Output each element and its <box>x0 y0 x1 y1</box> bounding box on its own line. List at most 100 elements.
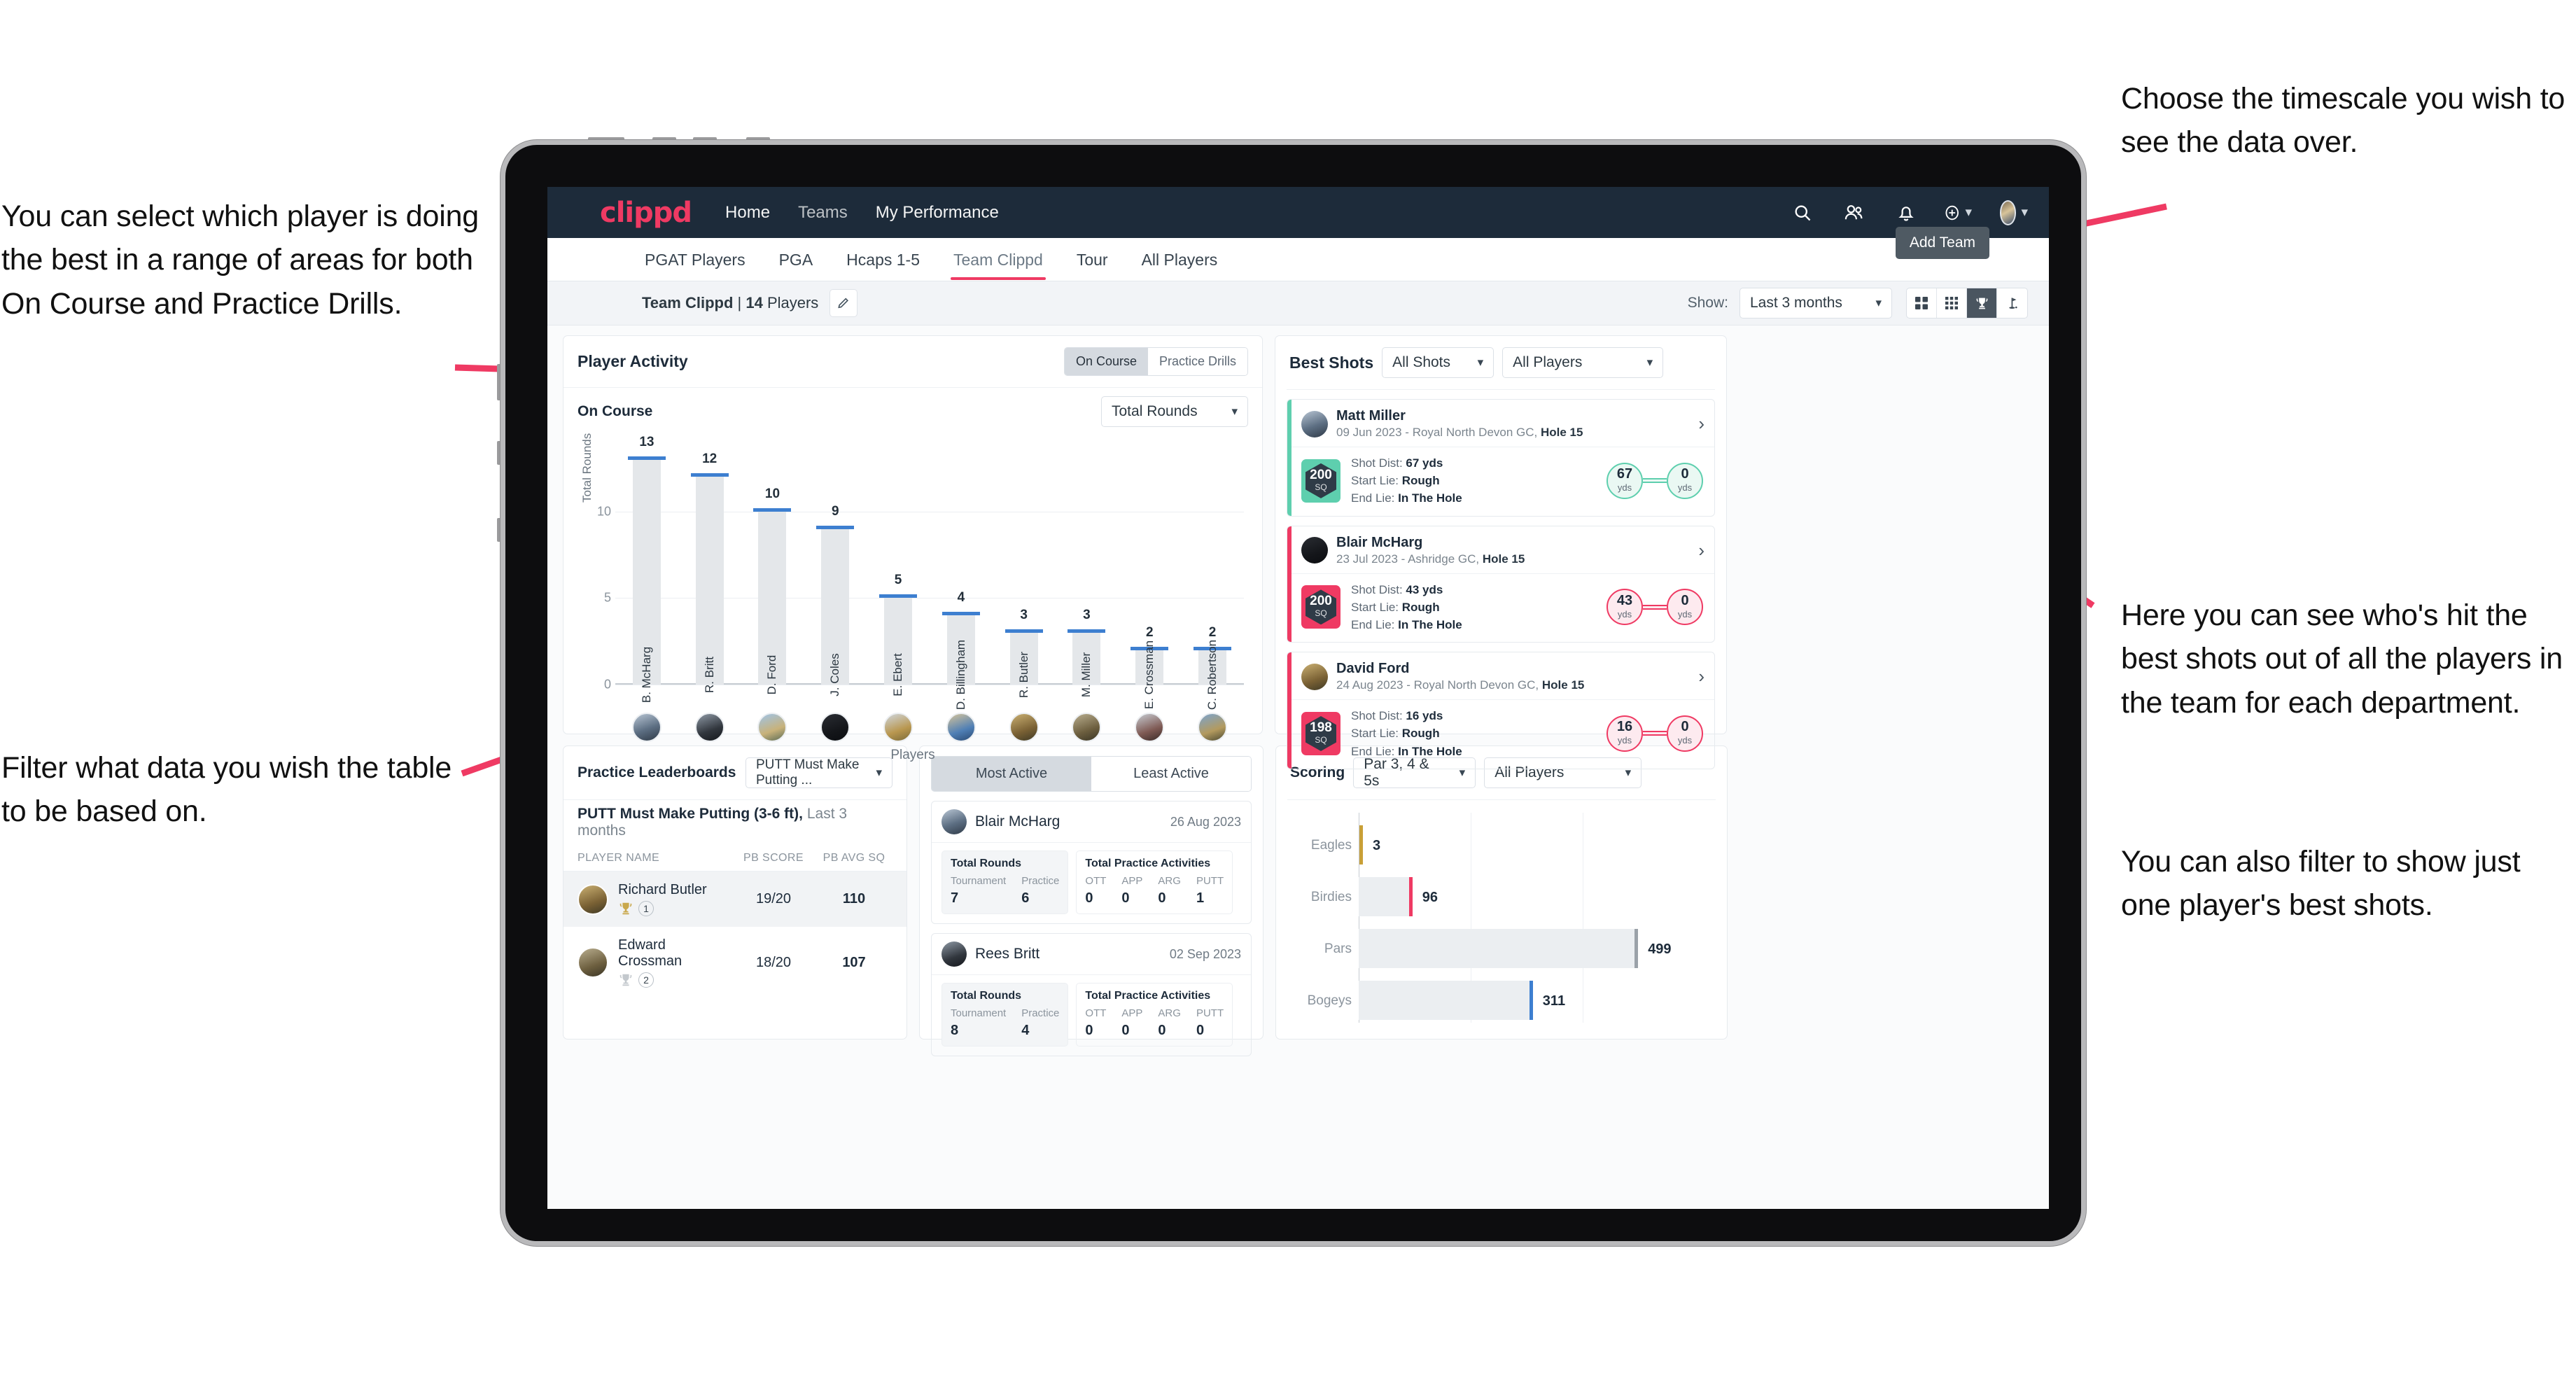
best-shots-player-filter[interactable]: All Players ▾ <box>1502 347 1664 378</box>
bar-tip <box>1529 981 1533 1020</box>
avatar[interactable] <box>820 713 850 742</box>
bar[interactable]: 5 E. Ebert <box>879 573 918 696</box>
avatar-menu[interactable]: ▾ <box>2000 199 2028 227</box>
show-label: Show: <box>1687 295 1728 311</box>
total-rounds-box: Total Rounds Tournament 7 Practice 6 <box>941 850 1069 914</box>
timescale-select[interactable]: Last 3 months ▾ <box>1740 288 1892 318</box>
stat-key: OTT <box>1085 875 1107 887</box>
bar[interactable]: 3 R. Butler <box>1004 608 1043 698</box>
chevron-right-icon[interactable]: › <box>1691 666 1704 687</box>
best-shots-title: Best Shots <box>1289 353 1374 372</box>
bar-category-label: M. Miller <box>1079 652 1093 698</box>
chevron-down-icon: ▾ <box>2021 205 2028 220</box>
avatar[interactable] <box>883 713 913 742</box>
bar-cell[interactable]: 12 R. Britt <box>678 442 741 693</box>
tab-pga[interactable]: PGA <box>776 239 816 280</box>
bar[interactable]: 3 M. Miller <box>1068 608 1106 697</box>
activity-player-card[interactable]: Blair McHarg 26 Aug 2023 Total Rounds Tourn… <box>931 801 1252 924</box>
annotation-right-bottom: You can also filter to show just one pla… <box>2121 845 2521 923</box>
bar-cell[interactable]: 9 J. Coles <box>804 442 867 696</box>
scoring-bar[interactable] <box>1359 825 1363 864</box>
bar-cell[interactable]: 3 M. Miller <box>1056 442 1119 697</box>
tab-all-players[interactable]: All Players <box>1139 239 1221 280</box>
team-subheader: Team Clippd | 14 Players Show: Last 3 mo… <box>547 281 2049 326</box>
bar-cap <box>1068 629 1106 633</box>
activity-date: 02 Sep 2023 <box>1169 946 1241 961</box>
player-avatar-row <box>615 713 1244 742</box>
activity-player-name: Blair McHarg <box>975 813 1060 830</box>
scoring-bar[interactable] <box>1359 929 1639 968</box>
shot-details: Shot Dist: 43 yds Start Lie: Rough End Lie… <box>1351 582 1462 631</box>
bar-cell[interactable]: 2 C. Robertson <box>1181 442 1244 710</box>
tab-team-clippd[interactable]: Team Clippd <box>951 239 1046 280</box>
avatar[interactable] <box>631 713 662 742</box>
bar-cell[interactable]: 4 D. Billingham <box>930 442 993 710</box>
metric-select[interactable]: Total Rounds ▾ <box>1101 396 1248 427</box>
search-icon[interactable] <box>1788 199 1816 227</box>
chevron-right-icon[interactable]: › <box>1691 540 1704 561</box>
bar-cap <box>753 507 792 512</box>
bar[interactable]: 9 J. Coles <box>816 504 855 696</box>
table-row[interactable]: Richard Butler 1 19/20 110 <box>564 872 906 927</box>
nav-link-teams[interactable]: Teams <box>798 203 848 223</box>
avatar[interactable] <box>1198 713 1228 742</box>
bar[interactable]: 2 C. Robertson <box>1194 625 1232 710</box>
bar-cap <box>627 456 666 460</box>
bar[interactable]: 13 B. McHarg <box>627 435 666 703</box>
shot-quality-badge: 200 SQ <box>1301 585 1340 629</box>
avatar[interactable] <box>694 713 724 742</box>
best-shots-list: Matt Miller 09 Jun 2023 - Royal North Dev… <box>1275 399 1726 769</box>
view-toggle-grid-2x2[interactable] <box>1907 288 1937 318</box>
nav-link-my-performance[interactable]: My Performance <box>876 203 999 223</box>
view-toggle-golf-flag[interactable] <box>1997 288 2027 318</box>
avatar[interactable] <box>946 713 976 742</box>
hexagon-icon: 200 SQ <box>1306 463 1336 498</box>
avatar[interactable] <box>1009 713 1039 742</box>
best-shot-card[interactable]: David Ford 24 Aug 2023 - Royal North Devo… <box>1287 652 1715 769</box>
segment-practice-drills[interactable]: Practice Drills <box>1147 348 1247 375</box>
people-icon[interactable] <box>1840 199 1868 227</box>
edit-team-button[interactable] <box>830 289 858 317</box>
bar-cell[interactable]: 5 E. Ebert <box>867 442 930 696</box>
activity-player-card[interactable]: Rees Britt 02 Sep 2023 Total Rounds Tournam… <box>931 933 1252 1056</box>
tab-hcaps-1-5[interactable]: Hcaps 1-5 <box>844 239 923 280</box>
bar-value-label: 9 <box>831 503 839 519</box>
clippd-logo[interactable]: clippd <box>600 197 692 229</box>
scoring-value-label: 96 <box>1422 890 1438 905</box>
card-accent-bar <box>1287 400 1292 516</box>
best-shot-card[interactable]: Matt Miller 09 Jun 2023 - Royal North Dev… <box>1287 399 1715 517</box>
bar[interactable]: 10 D. Ford <box>753 486 792 694</box>
view-toggle-grid-3x3[interactable] <box>1937 288 1967 318</box>
bar[interactable]: 4 D. Billingham <box>941 590 980 710</box>
bar[interactable]: 2 E. Crossman <box>1130 625 1169 709</box>
scoring-value-label: 311 <box>1542 993 1566 1009</box>
tab-tour[interactable]: Tour <box>1074 239 1111 280</box>
segment-on-course[interactable]: On Course <box>1064 348 1148 375</box>
scoring-bar[interactable] <box>1359 877 1413 916</box>
chevron-right-icon[interactable]: › <box>1691 413 1704 435</box>
bar-cell[interactable]: 2 E. Crossman <box>1118 442 1181 709</box>
view-toggle-trophy[interactable] <box>1967 288 1997 318</box>
avatar[interactable] <box>1135 713 1165 742</box>
stat-value: 8 <box>951 1023 959 1038</box>
avatar-cell <box>993 713 1056 742</box>
bar[interactable]: 12 R. Britt <box>690 451 729 693</box>
bell-icon[interactable] <box>1892 199 1920 227</box>
bar-value-label: 5 <box>894 573 902 588</box>
best-shots-shot-filter[interactable]: All Shots ▾ <box>1382 347 1494 378</box>
stat-value: 0 <box>1121 1023 1130 1038</box>
plus-circle-icon[interactable]: ▾ <box>1944 199 1972 227</box>
bar-cell[interactable]: 3 R. Butler <box>993 442 1056 698</box>
bar-cell[interactable]: 13 B. McHarg <box>615 435 678 703</box>
avatar[interactable] <box>757 713 788 742</box>
metric-value: Total Rounds <box>1112 403 1198 419</box>
best-shot-card[interactable]: Blair McHarg 23 Jul 2023 - Ashridge GC, H… <box>1287 525 1715 643</box>
tab-pgat-players[interactable]: PGAT Players <box>642 239 748 280</box>
shot-distance-diagram: 43 yds 0 yds <box>1606 589 1703 626</box>
nav-link-home[interactable]: Home <box>725 203 770 223</box>
avatar[interactable] <box>1072 713 1102 742</box>
y-axis-tick: 0 <box>603 677 611 692</box>
scoring-bar[interactable] <box>1359 981 1533 1020</box>
bar-cell[interactable]: 10 D. Ford <box>741 442 804 694</box>
table-row[interactable]: Edward Crossman 2 18/20 107 <box>564 927 906 998</box>
